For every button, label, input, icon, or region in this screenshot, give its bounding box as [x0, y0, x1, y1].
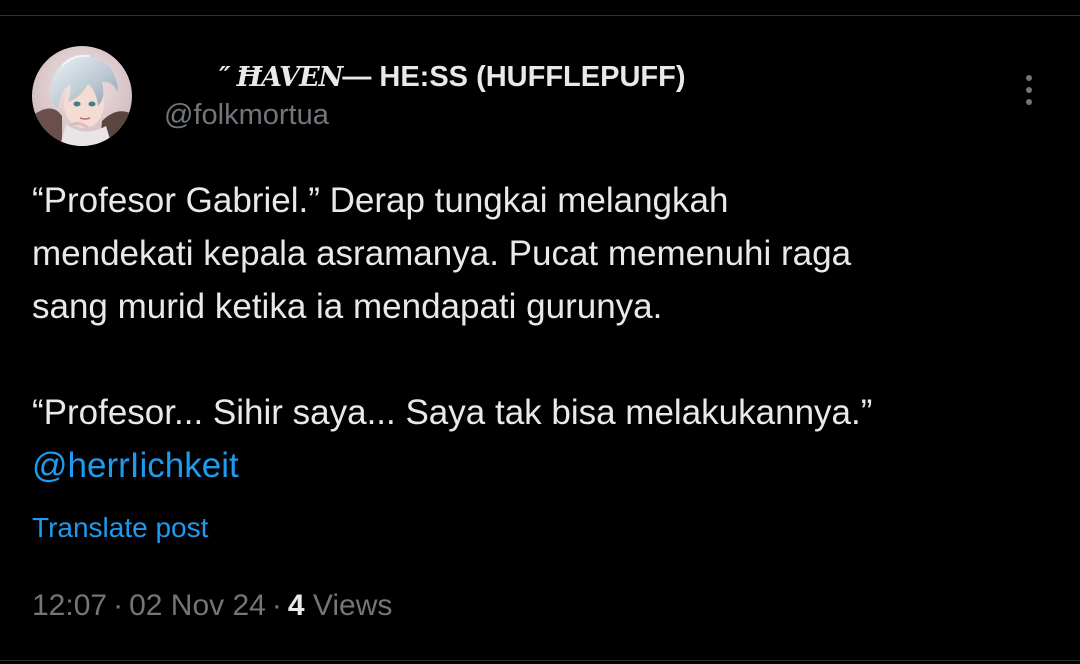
more-vertical-icon — [1026, 75, 1032, 81]
views-label[interactable]: Views — [313, 589, 392, 622]
post-text-line: “Profesor... Sihir saya... Saya tak bisa… — [32, 393, 873, 432]
display-name-rest: — HE:SS (HUFFLEPUFF) — [342, 60, 686, 93]
post-text: “Profesor Gabriel.” Derap tungkai melang… — [32, 174, 1052, 492]
post-text-line: “Profesor Gabriel.” Derap tungkai melang… — [32, 181, 729, 220]
post-date[interactable]: 02 Nov 24 — [129, 589, 266, 622]
bottom-divider — [0, 660, 1080, 661]
user-handle[interactable]: @folkmortua — [164, 99, 329, 132]
post-text-line: sang murid ketika ia mendapati gurunya. — [32, 287, 663, 326]
translate-post-link[interactable]: Translate post — [32, 512, 208, 544]
post-text-line: mendekati kepala asramanya. Pucat memenu… — [32, 234, 852, 273]
more-options-button[interactable] — [1014, 70, 1044, 110]
profile-avatar-icon — [32, 46, 132, 146]
mention-link[interactable]: @herrIichkeit — [32, 446, 239, 485]
post-time[interactable]: 12:07 — [32, 589, 107, 622]
post-mention-line: @herrIichkeit — [32, 439, 1052, 492]
avatar[interactable] — [32, 46, 132, 146]
meta-separator: · — [271, 589, 282, 622]
meta-separator: · — [113, 589, 124, 622]
post-meta: 12:07 · 02 Nov 24 · 4 Views — [32, 589, 392, 623]
more-vertical-icon-dot — [1026, 87, 1032, 93]
display-name[interactable]: ″ ĦAVEN — HE:SS (HUFFLEPUFF) — [163, 60, 685, 94]
views-count[interactable]: 4 — [288, 589, 305, 622]
display-name-quote: ″ — [219, 62, 231, 92]
display-name-haven: ĦAVEN — [236, 61, 344, 93]
more-vertical-icon-dot — [1026, 99, 1032, 105]
top-divider — [0, 15, 1080, 16]
